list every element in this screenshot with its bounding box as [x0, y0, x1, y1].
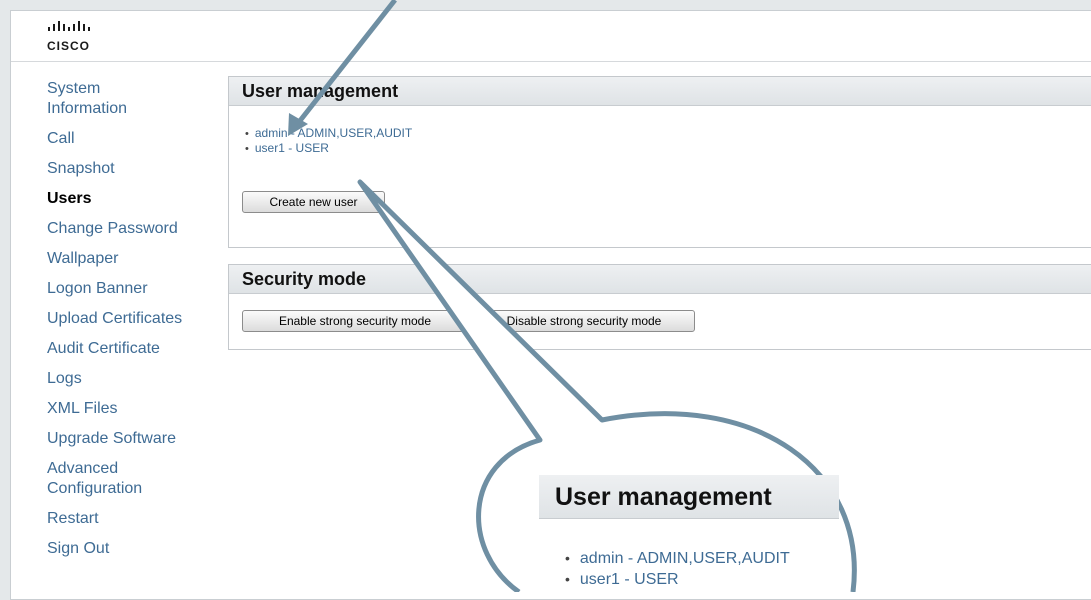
zoomed-user-user1: user1 - USER [579, 571, 679, 588]
user-management-panel: User management • admin - ADMIN,USER,AUDI… [228, 76, 1091, 248]
sidebar-item-change-password[interactable]: Change Password [47, 219, 222, 239]
sidebar-item-wallpaper[interactable]: Wallpaper [47, 249, 222, 269]
sidebar-item-upgrade-software[interactable]: Upgrade Software [47, 429, 222, 449]
sidebar-item-snapshot[interactable]: Snapshot [47, 159, 222, 179]
list-item: • user1 - USER [565, 569, 790, 590]
header-bar: CISCO [11, 11, 1091, 62]
bullet-icon: • [245, 128, 249, 140]
list-item[interactable]: • admin - ADMIN,USER,AUDIT [245, 126, 412, 141]
sidebar-item-restart[interactable]: Restart [47, 509, 222, 529]
bullet-icon: • [565, 550, 570, 566]
sidebar-item-xml-files[interactable]: XML Files [47, 399, 222, 419]
sidebar-item-upload-certificates[interactable]: Upload Certificates [47, 309, 222, 329]
user-management-title: User management [229, 77, 1091, 106]
zoomed-user-admin: admin - ADMIN,USER,AUDIT [579, 550, 790, 567]
cisco-wordmark: CISCO [47, 39, 91, 53]
enable-strong-security-button[interactable]: Enable strong security mode [242, 310, 468, 332]
cisco-bars-icon [48, 21, 90, 31]
user-link-admin[interactable]: admin - ADMIN,USER,AUDIT [255, 126, 412, 140]
user-link-user1[interactable]: user1 - USER [255, 141, 329, 155]
sidebar-item-logon-banner[interactable]: Logon Banner [47, 279, 222, 299]
sidebar-item-audit-certificate[interactable]: Audit Certificate [47, 339, 222, 359]
create-new-user-button[interactable]: Create new user [242, 191, 385, 213]
sidebar-item-sign-out[interactable]: Sign Out [47, 539, 222, 559]
zoomed-user-list: • admin - ADMIN,USER,AUDIT • user1 - USER [565, 548, 790, 590]
sidebar-item-advanced-configuration[interactable]: Advanced Configuration [47, 459, 147, 499]
sidebar-item-system-information[interactable]: System Information [47, 79, 147, 119]
bullet-icon: • [565, 571, 570, 587]
sidebar-item-users[interactable]: Users [47, 189, 222, 209]
sidebar-item-call[interactable]: Call [47, 129, 222, 149]
disable-strong-security-button[interactable]: Disable strong security mode [473, 310, 695, 332]
security-mode-title: Security mode [229, 265, 1091, 294]
list-item[interactable]: • user1 - USER [245, 141, 412, 156]
security-mode-panel: Security mode Enable strong security mod… [228, 264, 1091, 350]
sidebar-item-logs[interactable]: Logs [47, 369, 222, 389]
user-list: • admin - ADMIN,USER,AUDIT • user1 - USER [245, 126, 412, 156]
sidebar-nav: System Information Call Snapshot Users C… [47, 79, 222, 569]
list-item: • admin - ADMIN,USER,AUDIT [565, 548, 790, 569]
zoomed-user-management-title: User management [539, 475, 839, 519]
bullet-icon: • [245, 143, 249, 155]
cisco-logo-icon: CISCO [47, 20, 111, 52]
